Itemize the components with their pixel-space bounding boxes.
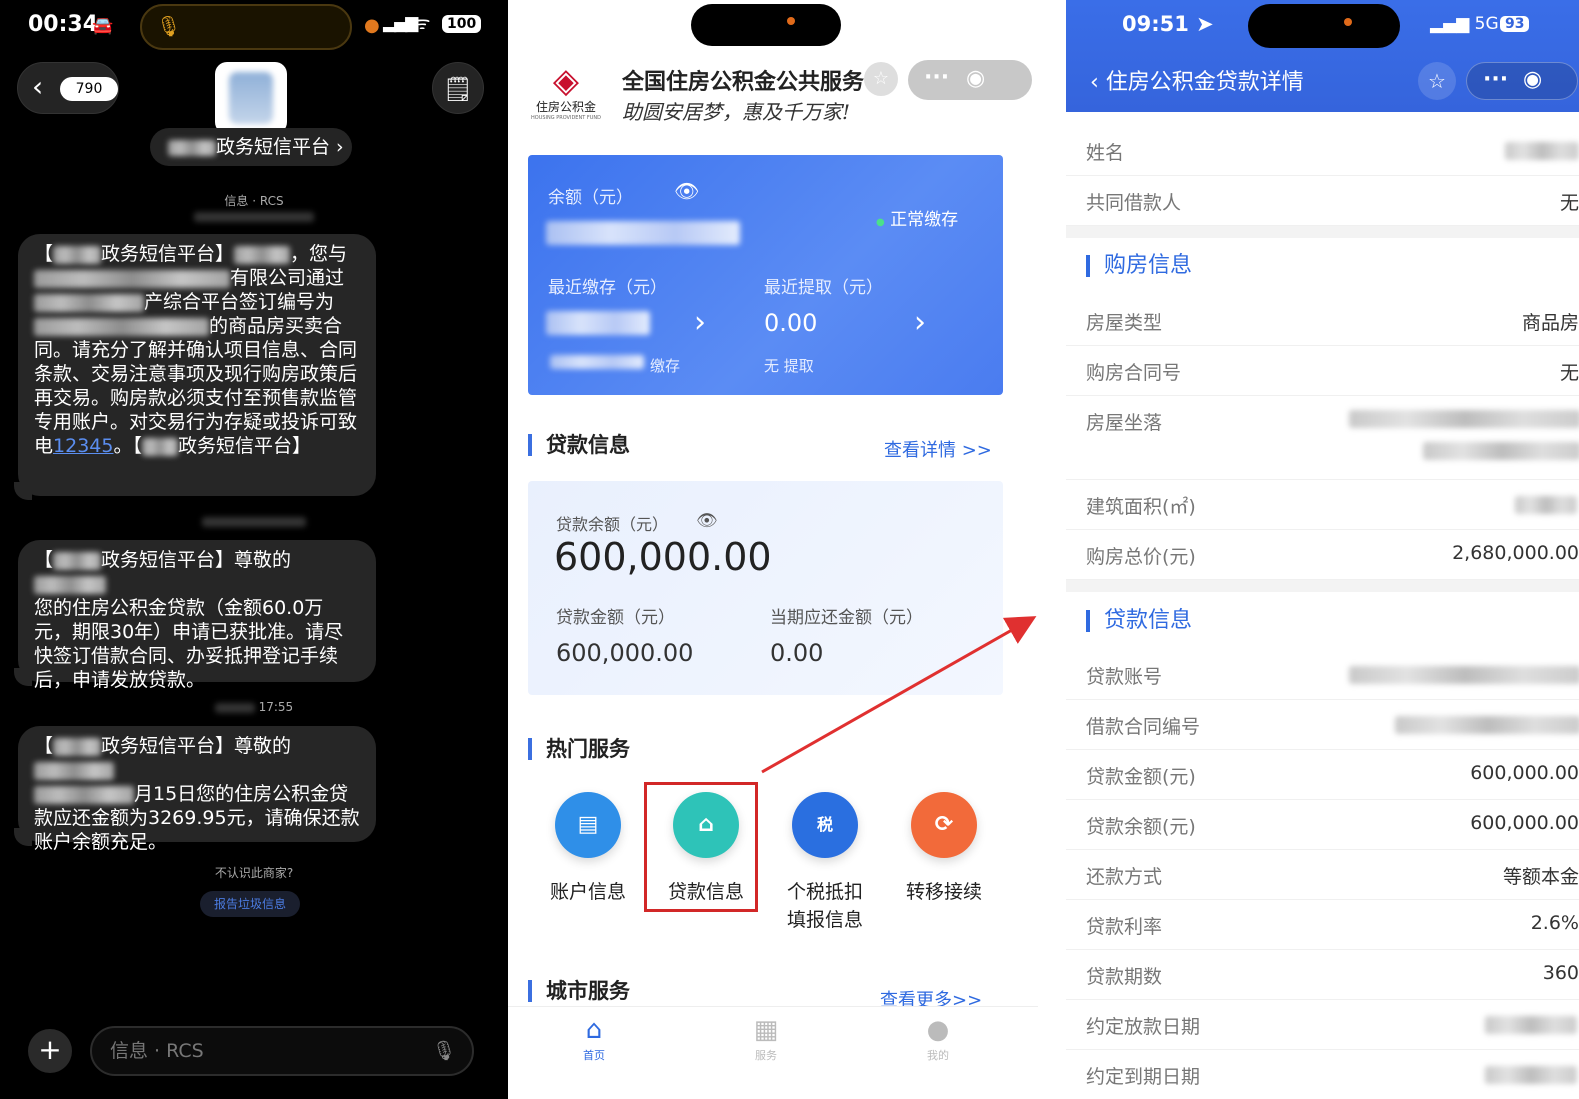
screenshot-collage: 00:34 🚘 🎙 ● ▂▄▆ ᯤ 100 ‹ 790 🗒 政务短信平台 › 信… [0, 0, 1579, 1099]
annotation-arrow [761, 616, 1037, 774]
